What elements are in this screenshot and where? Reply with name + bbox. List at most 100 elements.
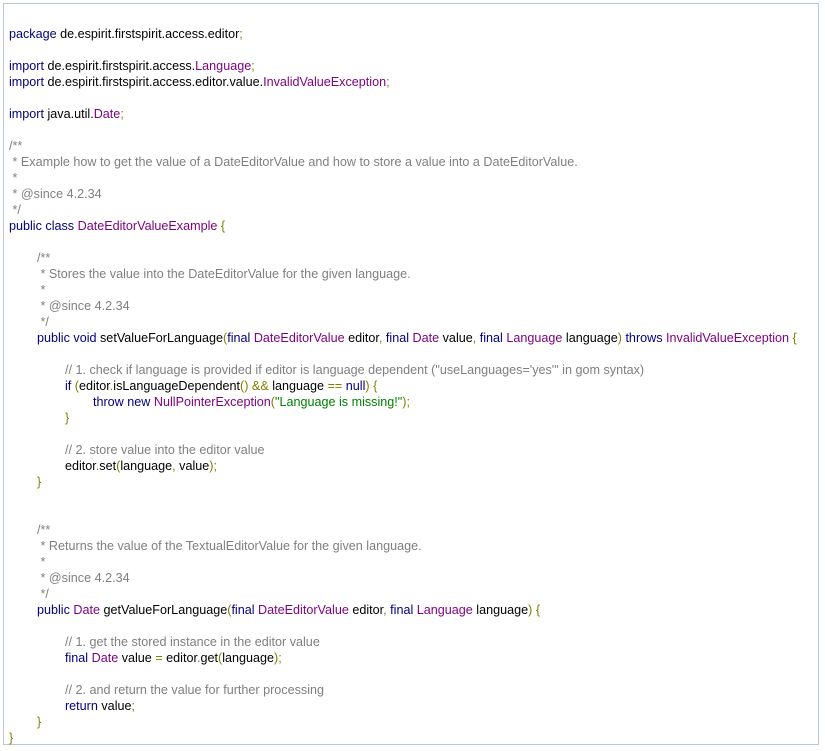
code-token: /** [37,251,51,265]
code-line: * Returns the value of the TextualEditor… [9,538,818,554]
code-line: if (editor.isLanguageDependent() && lang… [9,378,818,394]
code-token: */ [9,203,21,217]
code-line: return value; [9,698,818,714]
code-token: * [37,283,46,297]
code-token: DateEditorValueExample [77,219,218,233]
code-token: * @since 4.2.34 [37,299,130,313]
code-token: ) { [365,379,378,393]
code-token: setValueForLanguage [96,331,224,345]
code-token: /** [37,523,51,537]
code-token: value [439,331,473,345]
code-token: java.util. [44,107,94,121]
code-token: == [327,379,346,393]
code-token: final [385,331,410,345]
code-token: } [64,411,70,425]
code-line: /** [9,250,818,266]
code-token: } [37,715,42,729]
code-token: final [390,603,414,617]
code-block-frame: package de.espirit.firstspirit.access.ed… [3,3,819,745]
code-line: } [9,410,818,426]
code-token: */ [37,587,49,601]
code-token: * [37,555,46,569]
code-line: * @since 4.2.34 [9,570,818,586]
code-line: // 1. check if language is provided if e… [9,362,818,378]
code-token: final [64,651,89,665]
code-token: { [217,219,226,233]
code-line: * [9,170,818,186]
code-token: */ [37,315,49,329]
code-token: ( [71,379,79,393]
code-token: de.espirit.firstspirit.access.editor [56,27,240,41]
code-token: return [64,699,98,713]
code-token: // 1. check if language is provided if e… [64,363,645,377]
code-token: import [9,59,44,73]
code-token: * Stores the value into the DateEditorVa… [37,267,411,281]
code-line: throw new NullPointerException("Language… [9,394,818,410]
code-token: * Example how to get the value of a Date… [9,155,578,169]
code-token: ; [120,107,124,121]
code-line: * [9,554,818,570]
code-line: // 2. and return the value for further p… [9,682,818,698]
code-token: } [37,475,42,489]
code-token: set [99,459,117,473]
code-token: ; [131,699,136,713]
code-token: InvalidValueException [263,75,387,89]
code-line: // 1. get the stored instance in the edi… [9,634,818,650]
code-token: language [562,331,618,345]
code-token: editor [344,331,379,345]
code-line: public Date getValueForLanguage(final Da… [9,602,818,618]
code-listing: package de.espirit.firstspirit.access.ed… [9,26,818,746]
code-line: */ [9,202,818,218]
code-line: } [9,714,818,730]
code-token: * @since 4.2.34 [37,571,130,585]
code-line: * Example how to get the value of a Date… [9,154,818,170]
code-token: de.espirit.firstspirit.access.editor.val… [44,75,264,89]
code-token: Date [93,107,121,121]
code-line: import java.util.Date; [9,106,818,122]
code-token: language [272,379,328,393]
code-token: value [118,651,156,665]
code-line: final Date value = editor.get(language); [9,650,818,666]
code-token: // 2. store value into the editor value [64,443,265,457]
code-line: import de.espirit.firstspirit.access.edi… [9,74,818,90]
code-line: } [9,474,818,490]
code-token: NullPointerException [153,395,271,409]
code-line: editor.set(language, value); [9,458,818,474]
code-token: ; [386,75,390,89]
code-token: ) { [528,603,541,617]
code-token: "Language is missing!" [275,395,403,409]
code-token: , [472,331,480,345]
code-line: * Stores the value into the DateEditorVa… [9,266,818,282]
code-token: DateEditorValue [258,603,349,617]
code-line: * @since 4.2.34 [9,298,818,314]
code-token: package [9,27,57,41]
code-token: ; [239,27,243,41]
code-token: Language [195,59,252,73]
code-line: * @since 4.2.34 [9,186,818,202]
code-token: { [789,331,797,345]
